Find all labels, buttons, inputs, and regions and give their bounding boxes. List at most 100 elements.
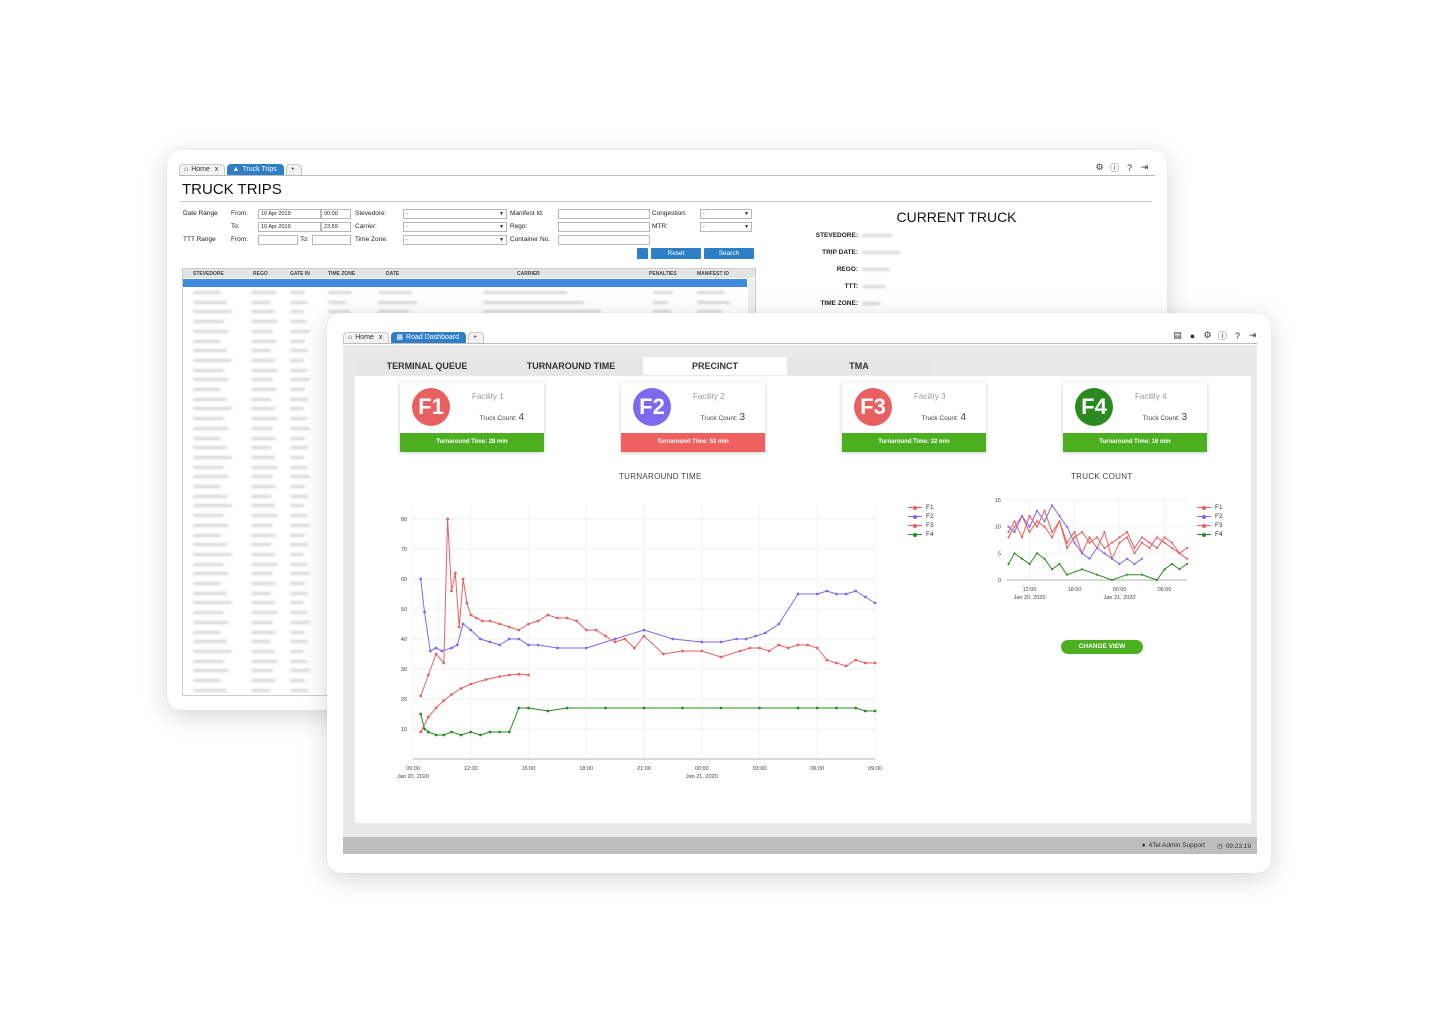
data-point-f3[interactable] bbox=[498, 622, 502, 626]
col-penalties[interactable]: PENALTIES bbox=[649, 271, 677, 277]
data-point-f3[interactable] bbox=[1013, 525, 1016, 528]
legend-item-f2[interactable]: F2 bbox=[1197, 512, 1223, 521]
data-point-f3[interactable] bbox=[844, 664, 848, 668]
data-point-f2[interactable] bbox=[796, 592, 800, 596]
data-point-f1[interactable] bbox=[1007, 530, 1010, 534]
data-point-f3[interactable] bbox=[1028, 530, 1031, 534]
data-point-f3[interactable] bbox=[1050, 536, 1054, 539]
data-point-f3[interactable] bbox=[1148, 541, 1151, 544]
data-point-f2[interactable] bbox=[1035, 509, 1039, 512]
data-point-f3[interactable] bbox=[446, 517, 450, 521]
data-point-f3[interactable] bbox=[1095, 536, 1099, 539]
tab-add[interactable]: + bbox=[285, 164, 302, 175]
table-row-selected[interactable] bbox=[183, 279, 747, 287]
data-point-f1[interactable] bbox=[1103, 530, 1106, 534]
close-icon[interactable]: x bbox=[379, 333, 383, 343]
data-point-f3[interactable] bbox=[835, 661, 838, 665]
legend-item-f1[interactable]: F1 bbox=[1197, 503, 1223, 512]
data-point-f2[interactable] bbox=[1140, 557, 1144, 560]
data-point-f4[interactable] bbox=[507, 730, 511, 734]
timezone-select[interactable]: - bbox=[403, 235, 507, 245]
data-point-f2[interactable] bbox=[469, 628, 473, 632]
data-point-f3[interactable] bbox=[461, 577, 465, 581]
legend-item-f4[interactable]: F4 bbox=[1197, 530, 1223, 539]
data-point-f2[interactable] bbox=[1088, 557, 1091, 560]
data-point-f3[interactable] bbox=[681, 649, 684, 653]
facility-card-f4[interactable]: F4 Facility 4 Truck Count: 3 Turnaround … bbox=[1063, 382, 1207, 452]
tab-add[interactable]: + bbox=[467, 332, 485, 343]
data-point-f2[interactable] bbox=[671, 637, 675, 641]
data-point-f3[interactable] bbox=[584, 628, 588, 632]
data-point-f3[interactable] bbox=[1103, 546, 1106, 550]
data-point-f3[interactable] bbox=[1163, 536, 1166, 539]
data-point-f1[interactable] bbox=[498, 675, 502, 678]
data-point-f2[interactable] bbox=[488, 640, 492, 644]
data-point-f2[interactable] bbox=[1065, 525, 1069, 528]
data-point-f4[interactable] bbox=[1050, 568, 1054, 571]
data-point-f3[interactable] bbox=[1035, 520, 1039, 523]
data-point-f2[interactable] bbox=[825, 589, 829, 593]
data-point-f3[interactable] bbox=[1155, 546, 1159, 550]
data-point-f3[interactable] bbox=[536, 619, 540, 623]
data-point-f2[interactable] bbox=[1028, 525, 1031, 528]
data-point-f3[interactable] bbox=[442, 661, 446, 665]
tab-road-dashboard[interactable]: ▦ Road Dashboard bbox=[391, 332, 466, 343]
data-point-f3[interactable] bbox=[594, 628, 598, 632]
data-point-f3[interactable] bbox=[623, 637, 627, 641]
data-point-f2[interactable] bbox=[423, 610, 426, 614]
data-point-f4[interactable] bbox=[1125, 573, 1129, 576]
data-point-f3[interactable] bbox=[1118, 536, 1121, 539]
tab-turnaround-time[interactable]: TURNAROUND TIME bbox=[499, 357, 643, 375]
help-icon[interactable]: ? bbox=[1233, 331, 1242, 341]
data-point-f4[interactable] bbox=[442, 733, 446, 737]
gear-icon[interactable]: ⚙ bbox=[1095, 162, 1104, 172]
tab-tma[interactable]: TMA bbox=[787, 357, 931, 375]
data-point-f2[interactable] bbox=[1118, 562, 1121, 566]
date-to-input[interactable]: 10 Apr 2019 bbox=[258, 222, 321, 232]
data-point-f4[interactable] bbox=[1043, 557, 1046, 560]
data-point-f1[interactable] bbox=[1140, 541, 1144, 544]
data-point-f4[interactable] bbox=[419, 712, 423, 716]
data-point-f4[interactable] bbox=[469, 730, 473, 734]
data-point-f4[interactable] bbox=[719, 706, 723, 710]
data-point-f2[interactable] bbox=[434, 646, 438, 650]
data-point-f4[interactable] bbox=[434, 733, 438, 737]
facility-card-f3[interactable]: F3 Facility 3 Truck Count: 4 Turnaround … bbox=[842, 382, 986, 452]
data-point-f2[interactable] bbox=[815, 592, 819, 596]
data-point-f3[interactable] bbox=[546, 613, 550, 617]
data-point-f4[interactable] bbox=[1095, 573, 1099, 576]
data-point-f4[interactable] bbox=[835, 706, 838, 710]
data-point-f2[interactable] bbox=[536, 643, 540, 647]
data-point-f4[interactable] bbox=[427, 730, 430, 734]
data-point-f2[interactable] bbox=[835, 592, 838, 596]
data-point-f4[interactable] bbox=[873, 709, 877, 713]
data-point-f2[interactable] bbox=[1080, 552, 1084, 555]
data-point-f1[interactable] bbox=[419, 730, 423, 734]
legend-item-f3[interactable]: F3 bbox=[1197, 521, 1223, 530]
data-point-f2[interactable] bbox=[1133, 562, 1136, 566]
data-point-f3[interactable] bbox=[873, 661, 877, 665]
tab-precinct[interactable]: PRECINCT bbox=[643, 357, 787, 375]
data-point-f1[interactable] bbox=[1185, 557, 1189, 560]
tab-home[interactable]: ⌂ Home x bbox=[179, 164, 226, 175]
data-point-f4[interactable] bbox=[478, 733, 482, 737]
data-point-f3[interactable] bbox=[748, 646, 752, 650]
data-point-f4[interactable] bbox=[1110, 578, 1114, 582]
data-point-f4[interactable] bbox=[1013, 552, 1016, 555]
data-point-f2[interactable] bbox=[873, 601, 877, 605]
data-point-f1[interactable] bbox=[1133, 552, 1136, 555]
facility-card-f2[interactable]: F2 Facility 2 Truck Count: 3 Turnaround … bbox=[621, 382, 765, 452]
data-point-f2[interactable] bbox=[584, 646, 588, 650]
data-point-f3[interactable] bbox=[453, 571, 457, 575]
data-point-f4[interactable] bbox=[1080, 568, 1084, 571]
data-point-f3[interactable] bbox=[575, 619, 579, 623]
legend-item-f1[interactable]: F1 bbox=[908, 503, 934, 512]
data-point-f3[interactable] bbox=[777, 643, 781, 647]
data-point-f1[interactable] bbox=[1043, 509, 1046, 512]
data-point-f1[interactable] bbox=[469, 682, 473, 686]
data-point-f3[interactable] bbox=[825, 658, 829, 662]
data-point-f3[interactable] bbox=[465, 601, 469, 605]
data-point-f1[interactable] bbox=[1118, 541, 1121, 544]
data-point-f2[interactable] bbox=[700, 640, 704, 644]
data-point-f4[interactable] bbox=[459, 733, 463, 737]
